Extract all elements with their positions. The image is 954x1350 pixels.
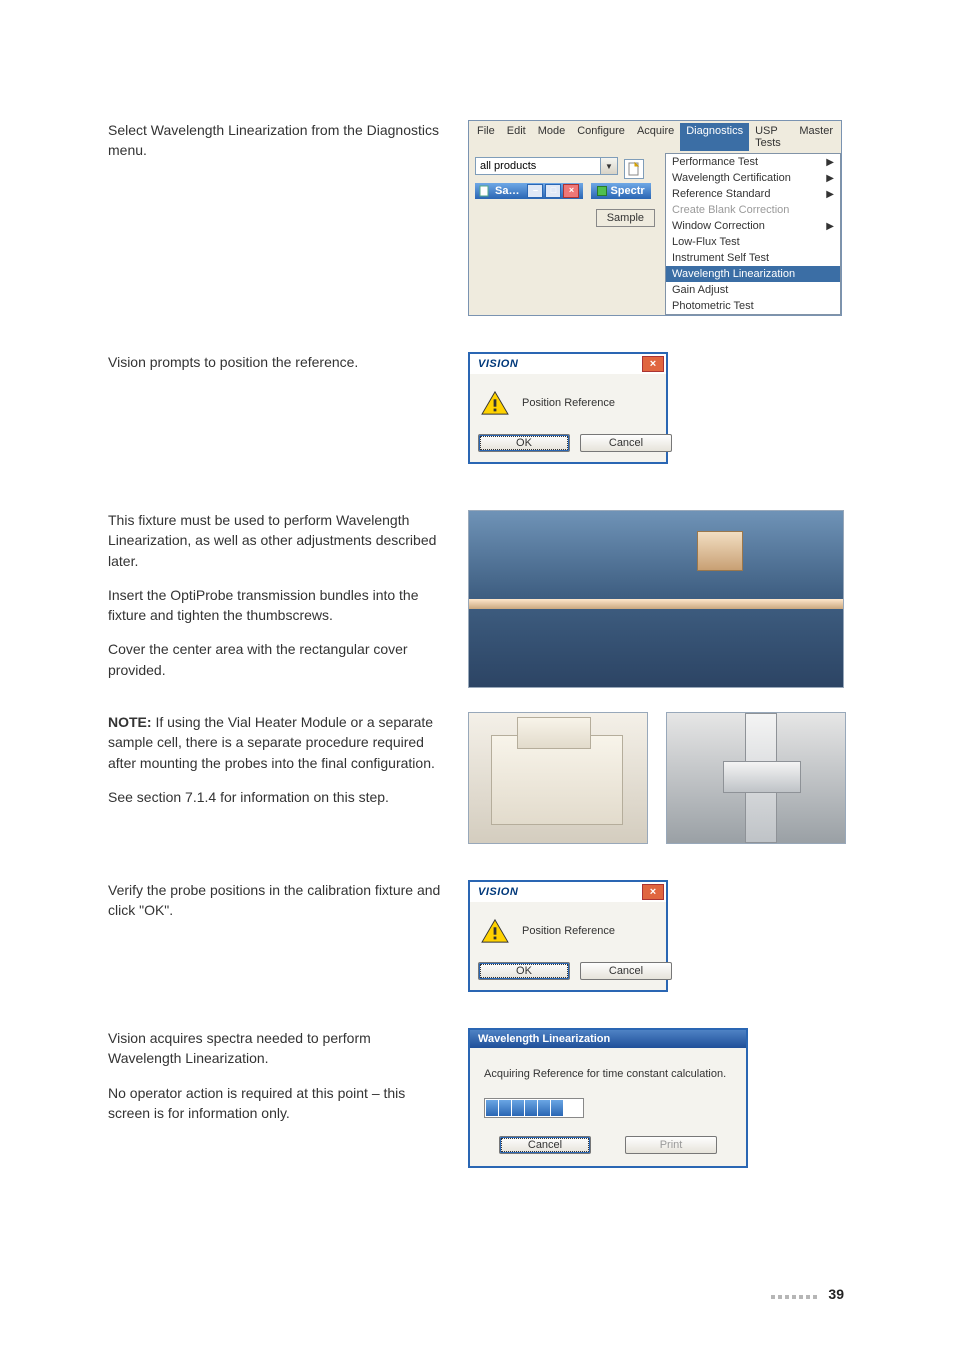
page-number: 39	[828, 1286, 844, 1302]
menu-item-label: Wavelength Certification	[672, 172, 791, 184]
window-close-icon[interactable]: ×	[563, 184, 579, 198]
menu-diagnostics[interactable]: Diagnostics	[680, 123, 749, 151]
close-icon[interactable]: ×	[642, 884, 664, 900]
print-button: Print	[625, 1136, 717, 1154]
menu-file[interactable]: File	[471, 123, 501, 151]
photo-sample-cell	[666, 712, 846, 844]
body-paragraph: Verify the probe positions in the calibr…	[108, 880, 448, 921]
menu-item-label: Low-Flux Test	[672, 236, 740, 248]
menu-item-gain-adjust[interactable]: Gain Adjust	[666, 282, 840, 298]
body-paragraph: Vision acquires spectra needed to perfor…	[108, 1028, 448, 1069]
menu-item-low-flux-test[interactable]: Low-Flux Test	[666, 234, 840, 250]
footer-dots-icon	[771, 1286, 820, 1302]
menu-item-label: Photometric Test	[672, 300, 754, 312]
body-paragraph: NOTE: If using the Vial Heater Module or…	[108, 712, 448, 773]
menu-item-label: Performance Test	[672, 156, 758, 168]
menu-item-photometric-test[interactable]: Photometric Test	[666, 298, 840, 314]
screenshot-diagnostics-menu: FileEditModeConfigureAcquireDiagnosticsU…	[468, 120, 842, 316]
wavelength-linearization-dialog: Wavelength Linearization Acquiring Refer…	[468, 1028, 748, 1168]
submenu-arrow-icon: ▶	[826, 157, 834, 168]
body-paragraph: No operator action is required at this p…	[108, 1083, 448, 1124]
page-footer: 39	[771, 1286, 844, 1302]
menu-item-label: Reference Standard	[672, 188, 770, 200]
menu-item-label: Window Correction	[672, 220, 765, 232]
menu-item-window-correction[interactable]: Window Correction ▶	[666, 218, 840, 234]
menu-item-instrument-self-test[interactable]: Instrument Self Test	[666, 250, 840, 266]
submenu-arrow-icon: ▶	[826, 189, 834, 200]
cancel-button[interactable]: Cancel	[580, 434, 672, 452]
chart-icon	[597, 186, 607, 196]
menu-item-label: Gain Adjust	[672, 284, 728, 296]
window-minimize-icon[interactable]: –	[527, 184, 543, 198]
menu-acquire[interactable]: Acquire	[631, 123, 680, 151]
menu-item-label: Instrument Self Test	[672, 252, 769, 264]
body-paragraph: Cover the center area with the rectangul…	[108, 639, 448, 680]
ok-button[interactable]: OK	[478, 434, 570, 452]
menu-item-performance-test[interactable]: Performance Test ▶	[666, 154, 840, 170]
photo-fixture	[468, 510, 844, 688]
products-combo[interactable]: ▼	[475, 157, 618, 175]
child-window-title: Sa… – □ ×	[475, 183, 583, 199]
body-paragraph: Insert the OptiProbe transmission bundle…	[108, 585, 448, 626]
menu-master[interactable]: Master	[793, 123, 839, 151]
body-paragraph: This fixture must be used to perform Wav…	[108, 510, 448, 571]
menu-item-create-blank-correction: Create Blank Correction	[666, 202, 840, 218]
menu-configure[interactable]: Configure	[571, 123, 631, 151]
sample-button[interactable]: Sample	[596, 209, 655, 227]
warning-icon	[480, 390, 510, 416]
new-file-icon[interactable]	[624, 159, 644, 179]
menu-item-wavelength-linearization[interactable]: Wavelength Linearization	[666, 266, 840, 282]
doc-icon	[479, 185, 491, 197]
dialog-title: VISION	[470, 882, 526, 902]
spectra-tab[interactable]: Spectr	[591, 183, 650, 199]
vision-dialog: VISION × Position Reference OK Cancel	[468, 880, 668, 992]
menu-mode[interactable]: Mode	[532, 123, 572, 151]
body-paragraph: Vision prompts to position the reference…	[108, 352, 448, 372]
photo-heater-module	[468, 712, 648, 844]
menu-usp-tests[interactable]: USP Tests	[749, 123, 793, 151]
progress-bar	[484, 1098, 584, 1118]
warning-icon	[480, 918, 510, 944]
products-combo-input[interactable]	[475, 157, 601, 175]
note-text: If using the Vial Heater Module or a sep…	[108, 714, 435, 771]
dialog-message: Position Reference	[522, 397, 615, 409]
cancel-button[interactable]: Cancel	[499, 1136, 591, 1154]
child-window-label: Sa…	[495, 185, 519, 197]
menu-item-label: Wavelength Linearization	[672, 268, 795, 280]
note-label: NOTE:	[108, 714, 152, 730]
menu-item-label: Create Blank Correction	[672, 204, 789, 216]
diagnostics-dropdown-menu: Performance Test▶Wavelength Certificatio…	[665, 153, 841, 315]
window-maximize-icon[interactable]: □	[545, 184, 561, 198]
vision-dialog: VISION × Position Reference OK Cancel	[468, 352, 668, 464]
menu-item-wavelength-certification[interactable]: Wavelength Certification ▶	[666, 170, 840, 186]
submenu-arrow-icon: ▶	[826, 173, 834, 184]
body-paragraph: Select Wavelength Linearization from the…	[108, 120, 448, 161]
close-icon[interactable]: ×	[642, 356, 664, 372]
spectra-tab-label: Spectr	[610, 185, 644, 197]
dialog-message: Acquiring Reference for time constant ca…	[484, 1068, 732, 1080]
ok-button[interactable]: OK	[478, 962, 570, 980]
body-paragraph: See section 7.1.4 for information on thi…	[108, 787, 448, 807]
submenu-arrow-icon: ▶	[826, 221, 834, 232]
dialog-title: Wavelength Linearization	[470, 1030, 746, 1048]
menu-edit[interactable]: Edit	[501, 123, 532, 151]
app-menu-bar: FileEditModeConfigureAcquireDiagnosticsU…	[469, 121, 841, 153]
cancel-button[interactable]: Cancel	[580, 962, 672, 980]
chevron-down-icon[interactable]: ▼	[601, 157, 618, 175]
dialog-message: Position Reference	[522, 925, 615, 937]
menu-item-reference-standard[interactable]: Reference Standard ▶	[666, 186, 840, 202]
dialog-title: VISION	[470, 354, 526, 374]
